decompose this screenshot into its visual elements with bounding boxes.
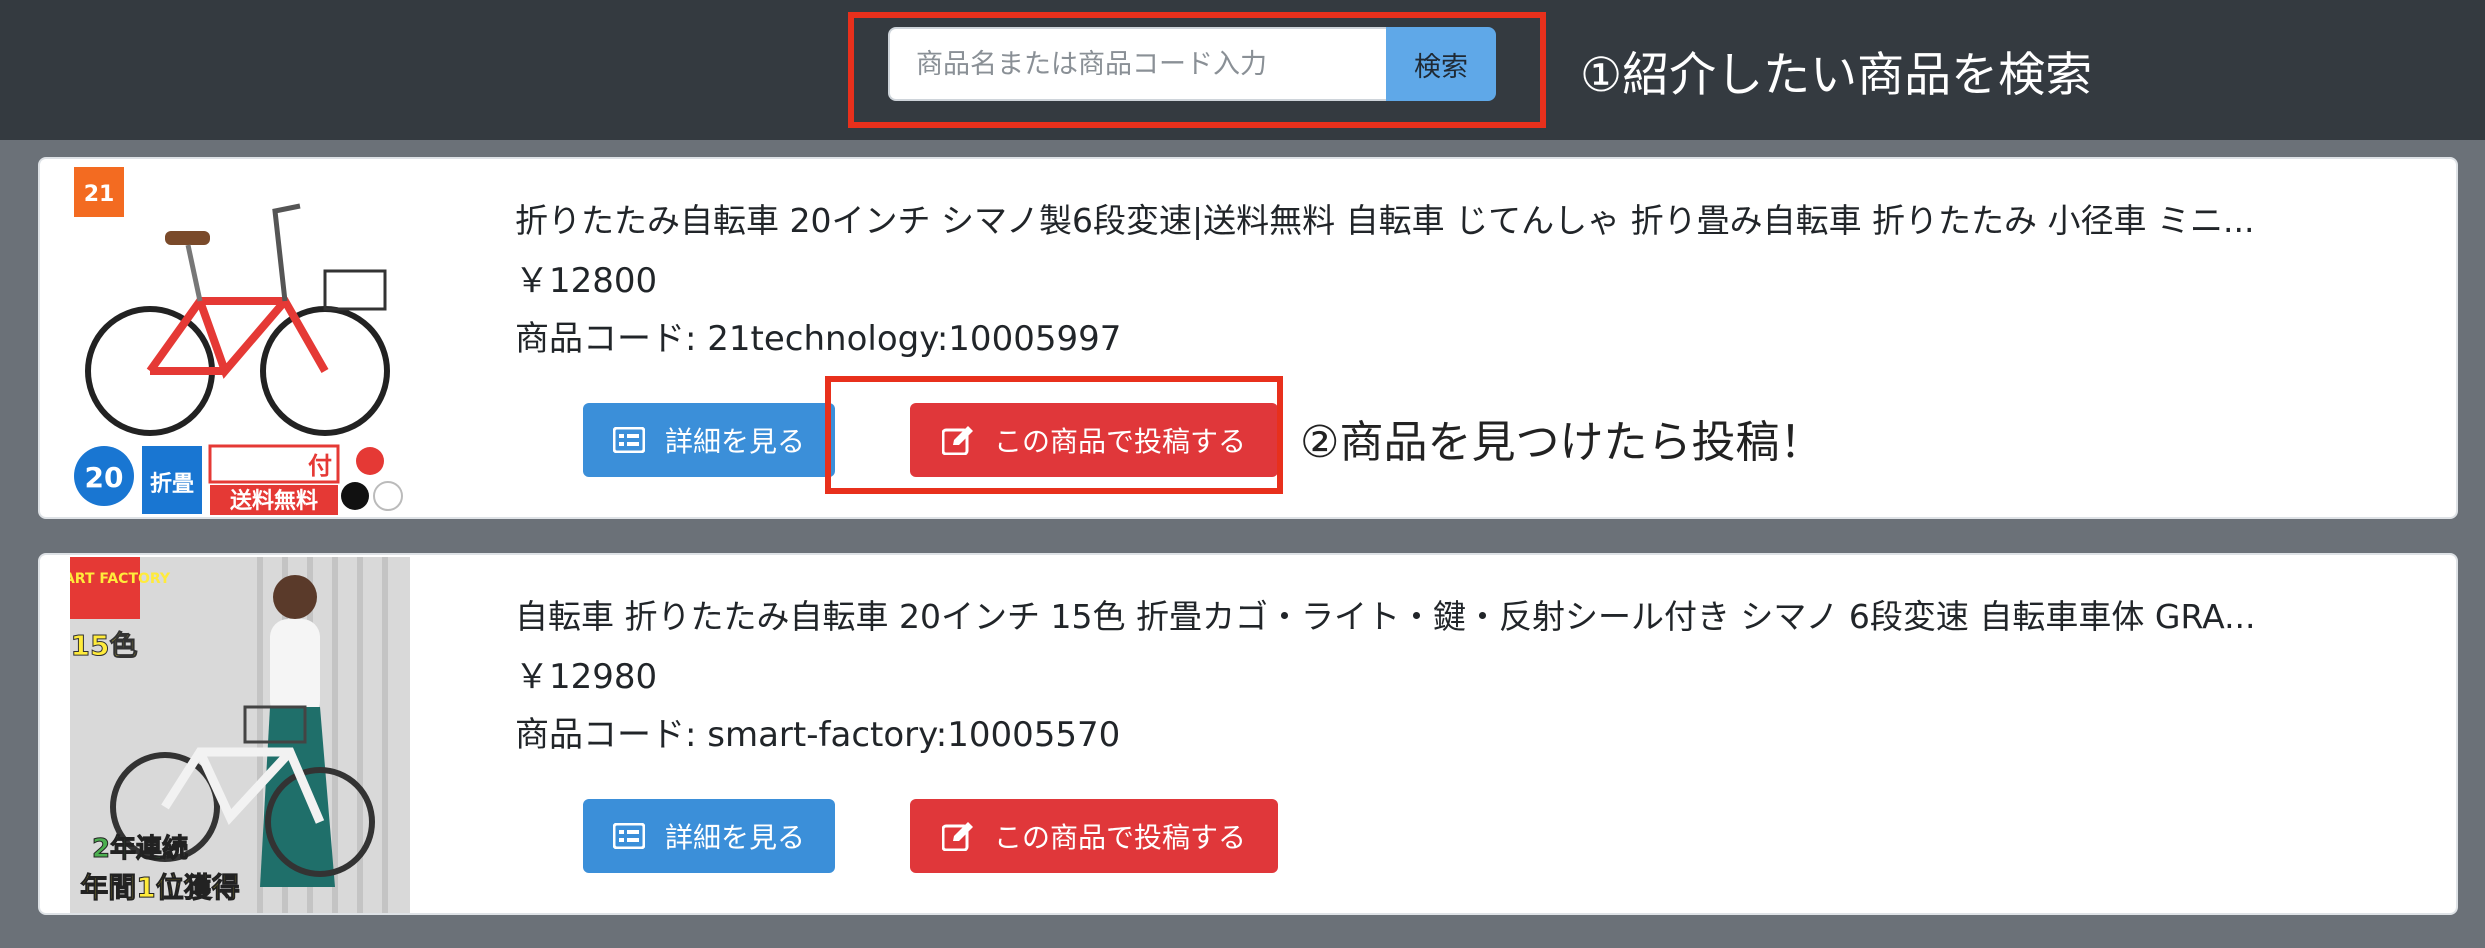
svg-text:SMART FACTORY: SMART FACTORY: [70, 571, 171, 587]
post-highlight-box: [825, 376, 1283, 494]
search-highlight-box: [848, 12, 1546, 128]
view-details-label: 詳細を見る: [664, 821, 805, 854]
list-icon: [612, 823, 645, 849]
product-card: SMART FACTORY 15色 2年連続 年間1位獲得 自転車 折りたたみ自…: [38, 553, 2458, 915]
svg-text:送料無料: 送料無料: [230, 488, 318, 514]
svg-text:15色: 15色: [71, 629, 138, 662]
product-code: 商品コード: 21technology:10005997: [515, 319, 1122, 359]
product-image[interactable]: 21 20 折畳 付 送料無料: [70, 161, 410, 517]
svg-text:付: 付: [308, 452, 332, 480]
svg-text:折畳: 折畳: [150, 472, 194, 497]
view-details-button[interactable]: 詳細を見る: [583, 403, 835, 477]
view-details-button[interactable]: 詳細を見る: [583, 799, 835, 873]
post-annotation: ②商品を見つけたら投稿！: [1300, 417, 1824, 468]
product-price: ￥12980: [515, 657, 658, 697]
product-title: 自転車 折りたたみ自転車 20インチ 15色 折畳カゴ・ライト・鍵・反射シール付…: [515, 597, 2256, 636]
edit-icon: [941, 821, 974, 851]
svg-text:2年連続: 2年連続: [92, 833, 188, 864]
svg-text:年間1位獲得: 年間1位獲得: [80, 871, 239, 904]
product-image[interactable]: SMART FACTORY 15色 2年連続 年間1位獲得: [70, 557, 410, 913]
svg-text:21: 21: [84, 182, 115, 207]
product-price: ￥12800: [515, 261, 658, 301]
post-with-product-button[interactable]: この商品で投稿する: [910, 799, 1278, 873]
search-annotation: ①紹介したい商品を検索: [1580, 48, 2093, 103]
post-with-product-label: この商品で投稿する: [993, 821, 1246, 854]
product-code: 商品コード: smart-factory:10005570: [515, 715, 1121, 755]
list-icon: [612, 427, 645, 453]
product-title: 折りたたみ自転車 20インチ シマノ製6段変速|送料無料 自転車 じてんしゃ 折…: [515, 201, 2255, 240]
view-details-label: 詳細を見る: [664, 425, 805, 458]
svg-text:20: 20: [85, 461, 124, 494]
top-navbar: 検索 ①紹介したい商品を検索: [0, 0, 2485, 140]
